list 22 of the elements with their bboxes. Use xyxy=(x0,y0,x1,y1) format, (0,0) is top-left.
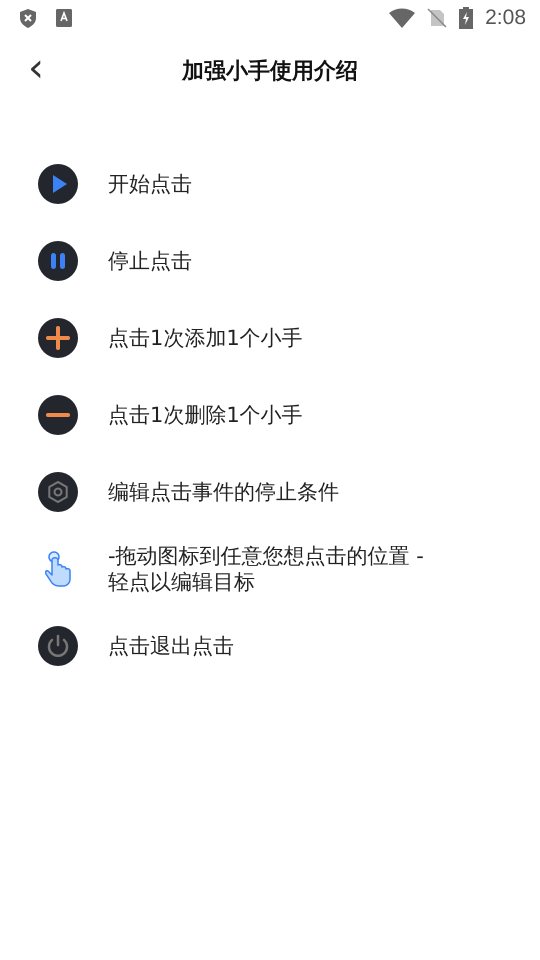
instruction-text: 停止点击 xyxy=(108,248,192,274)
back-button[interactable]: ‹ xyxy=(22,48,50,88)
battery-charging-icon xyxy=(459,7,474,29)
notification-icon xyxy=(56,9,72,27)
instruction-text: 点击1次删除1个小手 xyxy=(108,402,303,428)
power-icon xyxy=(38,626,78,666)
instruction-text: 点击1次添加1个小手 xyxy=(108,324,303,350)
status-time: 2:08 xyxy=(485,6,526,30)
play-icon xyxy=(38,164,78,204)
instruction-text: 编辑点击事件的停止条件 xyxy=(108,478,339,504)
pause-icon xyxy=(38,240,78,280)
shield-icon xyxy=(20,8,36,28)
instruction-text: 点击退出点击 xyxy=(108,632,234,658)
instruction-text: -拖动图标到任意您想点击的位置 - 轻点以编辑目标 xyxy=(108,542,424,594)
instruction-text: 开始点击 xyxy=(108,170,192,196)
minus-icon xyxy=(38,394,78,434)
page-title: 加强小手使用介绍 xyxy=(182,58,358,86)
plus-icon xyxy=(38,318,78,358)
settings-icon xyxy=(38,472,78,512)
wifi-icon xyxy=(389,8,416,28)
no-sim-icon xyxy=(427,8,448,28)
pointing-hand-icon xyxy=(45,550,71,586)
